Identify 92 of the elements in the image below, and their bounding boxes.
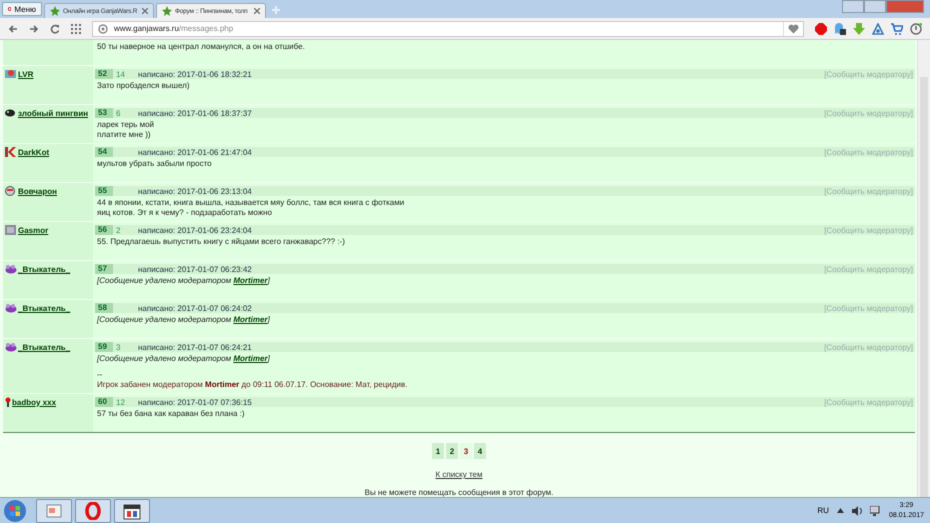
page-link[interactable]: 4 xyxy=(474,443,486,459)
avatar-icon xyxy=(5,108,17,118)
author-link[interactable]: DarkKot xyxy=(18,148,50,156)
post-date: написано: 2017-01-06 18:32:21 xyxy=(138,70,252,78)
message-text: ларек терь мой xyxy=(97,120,156,130)
post-number: 52 xyxy=(95,69,113,79)
page-link[interactable]: 1 xyxy=(432,443,444,459)
post-score: 12 xyxy=(115,398,126,406)
avatar-icon xyxy=(5,147,17,157)
calendar-icon xyxy=(123,502,141,520)
deleted-notice: [Сообщение удалено модератором Mortimer] xyxy=(97,315,271,325)
post-number: 58 xyxy=(95,303,113,313)
back-icon[interactable] xyxy=(8,24,18,34)
close-icon[interactable] xyxy=(142,8,148,14)
caret-icon[interactable] xyxy=(836,508,844,513)
message-text: 44 в японии, кстати, книга вышла, называется мяу боллс, там вся книга с фотками xyxy=(97,198,406,208)
message-text: 57 ты без бана как караван без плана :) xyxy=(97,409,246,419)
author-link[interactable]: LVR xyxy=(18,70,34,78)
star-icon xyxy=(50,6,60,16)
menu-button[interactable]: Меню xyxy=(2,2,42,16)
avatar-icon xyxy=(5,69,17,79)
reload-icon[interactable] xyxy=(50,24,60,34)
message-text: платите мне )) xyxy=(97,130,152,140)
window-icon xyxy=(46,502,62,518)
post-number: 57 xyxy=(95,264,113,274)
page-link[interactable]: 3 xyxy=(460,443,472,459)
post-number: 60 xyxy=(95,397,113,407)
figure-icon xyxy=(5,397,11,407)
opera-logo-icon xyxy=(8,4,12,14)
author-link[interactable]: Вовчарон xyxy=(18,186,57,196)
ghost-icon[interactable] xyxy=(834,22,846,35)
clock-icon[interactable] xyxy=(910,22,922,34)
author-link[interactable]: _Втыкатель_ xyxy=(18,304,70,312)
author-link[interactable]: злобный пингвин xyxy=(18,108,88,118)
ban-notice: Игрок забанен модератором Mortimer до 09:11 06.07.17. Основание: Мат, рецидив. xyxy=(97,380,408,390)
post-score: 2 xyxy=(115,226,122,234)
globe-icon xyxy=(98,24,108,34)
back-link[interactable]: К списку тем xyxy=(435,470,483,479)
avatar-icon xyxy=(5,264,17,274)
cart-icon[interactable] xyxy=(891,22,903,34)
avatar-icon xyxy=(5,342,17,352)
message-text: мультов убрать забыли просто xyxy=(97,159,213,169)
deleted-notice: [Сообщение удалено модератором Mortimer] xyxy=(97,276,271,286)
address-field[interactable]: www.ganjawars.ru/messages.php xyxy=(92,20,804,36)
close-icon[interactable] xyxy=(254,8,260,14)
taskbar-app[interactable] xyxy=(114,498,150,522)
avatar-icon xyxy=(5,186,17,196)
moderator-link[interactable]: Mortimer xyxy=(233,315,268,324)
author-link[interactable]: badboy xxx xyxy=(12,398,56,406)
star-icon xyxy=(162,6,172,16)
avatar-icon xyxy=(5,303,17,313)
post-number: 56 xyxy=(95,225,113,235)
avatar-icon xyxy=(5,225,17,235)
moderator-link[interactable]: Mortimer xyxy=(233,276,268,285)
author-link[interactable]: Gasmor xyxy=(18,226,48,234)
moderator-link[interactable]: Mortimer xyxy=(233,354,268,363)
notice-text: Вы не можете помещать сообщения в этот форум. xyxy=(364,488,554,497)
language-indicator[interactable]: RU xyxy=(817,506,829,515)
post-date: написано: 2017-01-07 06:23:42 xyxy=(138,264,252,274)
opera-logo-icon xyxy=(85,502,101,520)
message-text: 55. Предлагаешь выпустить книгу с яйцами всего ганжаварс??? :-) xyxy=(97,237,346,247)
message-text: яиц котов. Эт я к чему? - подзаработать можно xyxy=(97,208,273,218)
signature-separator: -- xyxy=(97,370,104,380)
page-link[interactable]: 2 xyxy=(446,443,458,459)
author-link[interactable]: _Втыкатель_ xyxy=(18,342,70,352)
post-score: 14 xyxy=(115,70,126,78)
triangle-icon[interactable] xyxy=(872,22,884,34)
monitor-icon[interactable] xyxy=(870,506,881,516)
post-date: написано: 2017-01-07 07:36:15 xyxy=(138,398,252,406)
post-score: 3 xyxy=(115,342,122,352)
post-score: 6 xyxy=(115,108,122,118)
heart-icon[interactable] xyxy=(788,24,799,34)
message-text: Зато пробзделся вышел) xyxy=(97,81,190,91)
deleted-notice: [Сообщение удалено модератором Mortimer] xyxy=(97,354,271,364)
post-date: написано: 2017-01-06 21:47:04 xyxy=(138,148,252,156)
forward-icon[interactable] xyxy=(29,24,39,34)
post-number: 55 xyxy=(95,186,113,196)
author-link[interactable]: _Втыкатель_ xyxy=(18,264,70,274)
post-number: 59 xyxy=(95,342,113,352)
grid-icon[interactable] xyxy=(71,24,81,34)
post-date: написано: 2017-01-07 06:24:02 xyxy=(138,304,252,312)
post-number: 53 xyxy=(95,108,113,118)
scrollbar[interactable] xyxy=(917,40,930,497)
post-number: 54 xyxy=(95,147,113,157)
stop-sign-icon[interactable] xyxy=(815,22,827,34)
speaker-icon[interactable] xyxy=(852,506,862,516)
post-date: написано: 2017-01-07 06:24:21 xyxy=(138,342,252,352)
post-date: написано: 2017-01-06 23:24:04 xyxy=(138,226,252,234)
post-date: написано: 2017-01-06 23:13:04 xyxy=(138,186,252,196)
message-text: 50 ты наверное на централ ломанулся, а он на отшибе. xyxy=(97,42,306,52)
start-button[interactable] xyxy=(3,498,27,522)
post-date: написано: 2017-01-06 18:37:37 xyxy=(138,108,252,118)
